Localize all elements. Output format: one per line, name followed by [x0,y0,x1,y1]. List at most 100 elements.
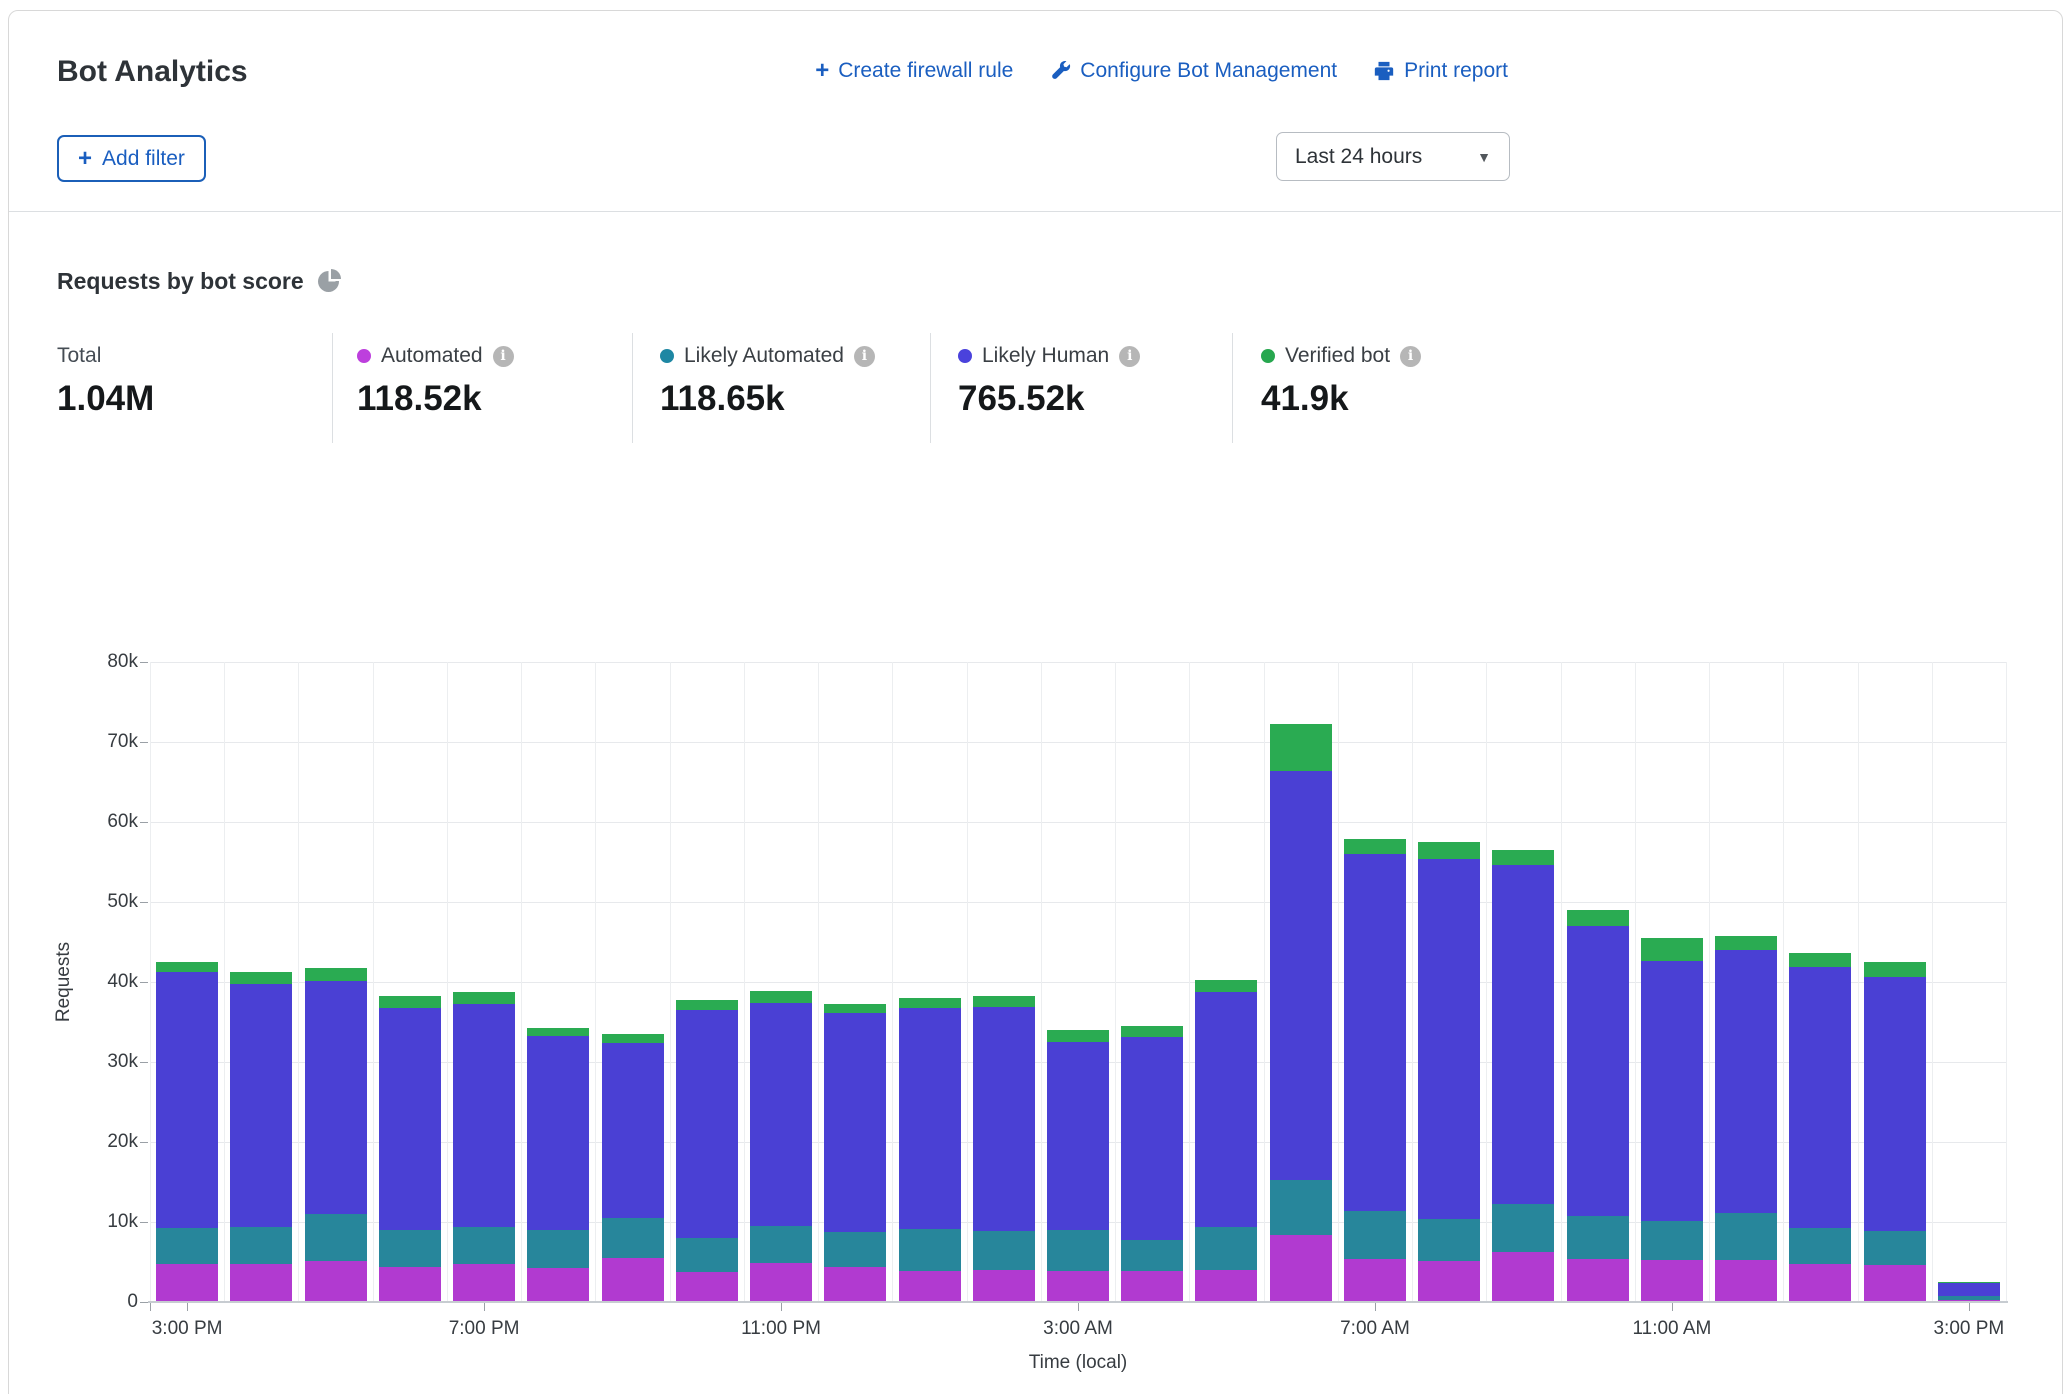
bar-segment-automated[interactable] [1641,1260,1703,1302]
time-range-dropdown[interactable]: Last 24 hours ▼ [1276,132,1510,181]
bar-segment-likely-human[interactable] [379,1008,441,1230]
bar-segment-verified-bot[interactable] [305,968,367,981]
bar-segment-verified-bot[interactable] [1715,936,1777,950]
bar-segment-automated[interactable] [1864,1265,1926,1302]
bar-segment-likely-automated[interactable] [602,1218,664,1258]
bar-segment-likely-human[interactable] [973,1007,1035,1231]
bar-segment-verified-bot[interactable] [379,996,441,1008]
bar-segment-automated[interactable] [527,1268,589,1302]
bar-segment-likely-automated[interactable] [230,1227,292,1264]
bar-segment-likely-automated[interactable] [1864,1231,1926,1265]
bar-segment-likely-human[interactable] [1641,961,1703,1221]
bar-segment-verified-bot[interactable] [1270,724,1332,771]
bar-segment-likely-automated[interactable] [1567,1216,1629,1259]
bar-segment-verified-bot[interactable] [1789,953,1851,967]
bar-segment-likely-human[interactable] [453,1004,515,1226]
bar-segment-likely-automated[interactable] [1195,1227,1257,1270]
bar-segment-likely-automated[interactable] [1492,1204,1554,1252]
bar-segment-likely-human[interactable] [527,1036,589,1230]
bar-segment-automated[interactable] [1418,1261,1480,1302]
bar-segment-verified-bot[interactable] [750,991,812,1003]
bar-segment-likely-automated[interactable] [1047,1230,1109,1271]
bar-segment-likely-human[interactable] [156,972,218,1228]
info-icon[interactable]: i [1400,346,1421,367]
bar-segment-likely-automated[interactable] [156,1228,218,1264]
bar-segment-likely-human[interactable] [1195,992,1257,1226]
bar-segment-verified-bot[interactable] [973,996,1035,1006]
bar-segment-automated[interactable] [973,1270,1035,1302]
bar-segment-verified-bot[interactable] [1047,1030,1109,1042]
bar-segment-likely-human[interactable] [1715,950,1777,1213]
bar-segment-automated[interactable] [1789,1264,1851,1302]
bar-segment-likely-human[interactable] [824,1013,886,1232]
bar-segment-likely-automated[interactable] [1938,1296,2000,1299]
bar-segment-likely-automated[interactable] [1715,1213,1777,1260]
bar-segment-likely-automated[interactable] [379,1230,441,1267]
bar-segment-verified-bot[interactable] [1567,910,1629,926]
bar-segment-verified-bot[interactable] [899,998,961,1008]
bar-segment-automated[interactable] [305,1261,367,1302]
bar-segment-automated[interactable] [1121,1271,1183,1302]
bar-segment-likely-automated[interactable] [453,1227,515,1264]
bar-segment-automated[interactable] [824,1267,886,1302]
bar-segment-likely-human[interactable] [1789,967,1851,1228]
bar-segment-automated[interactable] [1715,1260,1777,1302]
bar-segment-likely-automated[interactable] [676,1238,738,1272]
bar-segment-automated[interactable] [1195,1270,1257,1302]
bar-segment-likely-human[interactable] [1418,859,1480,1219]
bar-segment-likely-automated[interactable] [973,1231,1035,1270]
bar-segment-verified-bot[interactable] [453,992,515,1004]
bar-segment-automated[interactable] [156,1264,218,1302]
print-report-link[interactable]: Print report [1373,59,1508,83]
bar-segment-likely-human[interactable] [1121,1037,1183,1240]
bar-segment-automated[interactable] [676,1272,738,1302]
bar-segment-likely-automated[interactable] [1344,1211,1406,1259]
configure-bot-management-link[interactable]: Configure Bot Management [1049,59,1337,83]
bar-segment-likely-human[interactable] [230,984,292,1227]
bar-segment-likely-human[interactable] [750,1003,812,1226]
bar-segment-likely-automated[interactable] [305,1214,367,1261]
bar-segment-likely-automated[interactable] [1418,1219,1480,1261]
bar-segment-likely-human[interactable] [602,1043,664,1218]
bar-segment-automated[interactable] [602,1258,664,1302]
bar-segment-likely-automated[interactable] [1270,1180,1332,1235]
bar-segment-likely-human[interactable] [305,981,367,1214]
bar-segment-likely-human[interactable] [1492,865,1554,1204]
bar-segment-likely-human[interactable] [899,1008,961,1229]
create-firewall-rule-link[interactable]: + Create firewall rule [815,59,1013,83]
bar-segment-likely-automated[interactable] [750,1226,812,1263]
bar-segment-verified-bot[interactable] [1418,842,1480,859]
bar-segment-verified-bot[interactable] [602,1034,664,1043]
bar-segment-likely-human[interactable] [1864,977,1926,1231]
bar-segment-verified-bot[interactable] [1344,839,1406,854]
bar-segment-automated[interactable] [1492,1252,1554,1302]
bar-segment-verified-bot[interactable] [230,972,292,983]
info-icon[interactable]: i [493,346,514,367]
bar-segment-automated[interactable] [1270,1235,1332,1302]
bar-segment-automated[interactable] [1344,1259,1406,1302]
info-icon[interactable]: i [1119,346,1140,367]
bar-segment-automated[interactable] [1047,1271,1109,1302]
bar-segment-likely-automated[interactable] [824,1232,886,1267]
bar-segment-likely-human[interactable] [1270,771,1332,1180]
bar-segment-likely-human[interactable] [1344,854,1406,1211]
bar-segment-verified-bot[interactable] [824,1004,886,1014]
bar-segment-likely-human[interactable] [1567,926,1629,1216]
bar-segment-verified-bot[interactable] [1121,1026,1183,1037]
bar-segment-automated[interactable] [230,1264,292,1302]
bar-segment-likely-automated[interactable] [899,1229,961,1271]
bar-segment-automated[interactable] [899,1271,961,1302]
bar-segment-likely-automated[interactable] [1121,1240,1183,1271]
bar-segment-likely-human[interactable] [1047,1042,1109,1230]
bar-segment-verified-bot[interactable] [527,1028,589,1037]
bar-segment-verified-bot[interactable] [156,962,218,972]
bar-segment-likely-human[interactable] [676,1010,738,1238]
bar-segment-verified-bot[interactable] [676,1000,738,1010]
bar-segment-verified-bot[interactable] [1938,1282,2000,1283]
add-filter-button[interactable]: + Add filter [57,135,206,182]
bar-segment-verified-bot[interactable] [1492,850,1554,865]
bar-segment-likely-automated[interactable] [1789,1228,1851,1264]
bar-segment-likely-human[interactable] [1938,1283,2000,1297]
bar-segment-likely-automated[interactable] [527,1230,589,1268]
bar-segment-verified-bot[interactable] [1864,962,1926,977]
